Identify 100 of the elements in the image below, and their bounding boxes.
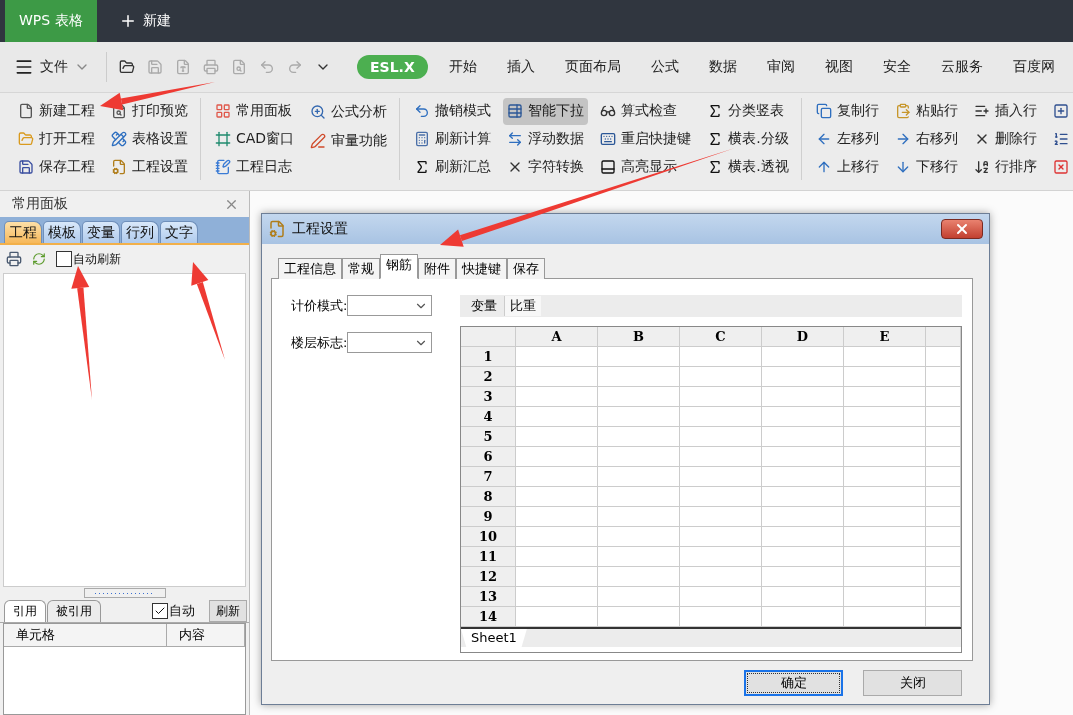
grid-cell[interactable] bbox=[598, 447, 680, 467]
grid-cell[interactable] bbox=[844, 507, 926, 527]
grid-cell[interactable] bbox=[926, 407, 961, 427]
grid-cell[interactable] bbox=[762, 367, 844, 387]
grid-cell[interactable] bbox=[680, 467, 762, 487]
grid-cell[interactable] bbox=[762, 527, 844, 547]
splitter-handle[interactable] bbox=[83, 588, 166, 598]
ribbon-button[interactable]: 粘贴行 bbox=[890, 98, 962, 125]
ribbon-button[interactable]: 智能下拉 bbox=[503, 98, 589, 125]
grid-cell[interactable] bbox=[516, 507, 598, 527]
ribbon-button[interactable]: 下移行 bbox=[890, 153, 962, 180]
ribbon-button[interactable]: 行排序 bbox=[969, 153, 1041, 180]
grid-cell[interactable] bbox=[762, 587, 844, 607]
grid-cell[interactable] bbox=[680, 567, 762, 587]
grid-cell[interactable] bbox=[680, 507, 762, 527]
refresh-icon[interactable] bbox=[32, 252, 46, 266]
dialog-tab[interactable]: 快捷键 bbox=[456, 258, 507, 279]
ribbon-button[interactable]: 撤销模式 bbox=[410, 98, 496, 125]
grid-cell[interactable] bbox=[926, 427, 961, 447]
ribbon-button[interactable]: 新建工程 bbox=[14, 98, 99, 125]
grid-cell[interactable] bbox=[516, 567, 598, 587]
ribbon-button[interactable]: 重启快捷键 bbox=[596, 125, 696, 153]
reference-tab[interactable]: 被引用 bbox=[47, 600, 101, 622]
grid-cell[interactable] bbox=[844, 387, 926, 407]
grid-cell[interactable] bbox=[926, 547, 961, 567]
file-menu[interactable]: 文件 bbox=[14, 57, 100, 77]
ribbon-button[interactable]: 打开工程 bbox=[14, 125, 99, 153]
grid-cell[interactable] bbox=[844, 587, 926, 607]
ribbon-tab[interactable]: 页面布局 bbox=[564, 54, 621, 80]
ribbon-button[interactable]: 右移列 bbox=[890, 125, 962, 153]
grid-cell[interactable] bbox=[926, 447, 961, 467]
ribbon-button[interactable]: 横表.透视 bbox=[703, 153, 793, 180]
grid-cell[interactable] bbox=[516, 467, 598, 487]
grid-cell[interactable] bbox=[598, 587, 680, 607]
ribbon-tab[interactable]: 数据 bbox=[708, 54, 737, 80]
ribbon-tab[interactable]: 审阅 bbox=[766, 54, 795, 80]
ribbon-button[interactable]: 算式检查 bbox=[596, 98, 696, 125]
sheet-section-tab[interactable]: 变量 bbox=[466, 296, 502, 316]
grid-cell[interactable] bbox=[926, 387, 961, 407]
ribbon-button[interactable]: 上移行 bbox=[811, 153, 883, 180]
grid-cell[interactable] bbox=[516, 527, 598, 547]
grid-cell[interactable] bbox=[926, 487, 961, 507]
grid-cell[interactable] bbox=[926, 367, 961, 387]
grid-cell[interactable] bbox=[680, 587, 762, 607]
ribbon-button[interactable]: 复制行 bbox=[811, 98, 883, 125]
ribbon-button[interactable]: 审量功能 bbox=[306, 127, 392, 155]
dialog-tab[interactable]: 钢筋 bbox=[380, 254, 418, 279]
dialog-tab[interactable]: 工程信息 bbox=[278, 258, 342, 279]
panel-tab[interactable]: 模板 bbox=[43, 221, 81, 243]
grid-cell[interactable] bbox=[516, 487, 598, 507]
grid-cell[interactable] bbox=[762, 427, 844, 447]
grid-cell[interactable] bbox=[680, 487, 762, 507]
ribbon-button[interactable]: 横表.分级 bbox=[703, 125, 793, 153]
ribbon-button[interactable]: 插入行 bbox=[969, 98, 1041, 125]
grid-cell[interactable] bbox=[680, 407, 762, 427]
ribbon-button[interactable]: 公式分析 bbox=[306, 98, 392, 126]
dialog-tab[interactable]: 附件 bbox=[418, 258, 456, 279]
panel-tab[interactable]: 文字 bbox=[160, 221, 198, 243]
ribbon-tab[interactable]: 百度网 bbox=[1012, 54, 1055, 80]
grid-cell[interactable] bbox=[926, 347, 961, 367]
grid-cell[interactable] bbox=[598, 567, 680, 587]
ribbon-button[interactable]: 删除行 bbox=[969, 125, 1041, 153]
ribbon-button[interactable]: 刷新汇总 bbox=[410, 153, 496, 180]
grid-cell[interactable] bbox=[680, 347, 762, 367]
ribbon-button[interactable]: 工程日志 bbox=[211, 153, 299, 180]
panel-tab[interactable]: 变量 bbox=[82, 221, 120, 243]
grid-cell[interactable] bbox=[762, 487, 844, 507]
grid-cell[interactable] bbox=[516, 407, 598, 427]
ribbon-button[interactable]: CAD窗口 bbox=[211, 125, 299, 153]
grid-cell[interactable] bbox=[926, 587, 961, 607]
grid-cell[interactable] bbox=[598, 527, 680, 547]
grid-cell[interactable] bbox=[680, 527, 762, 547]
grid-cell[interactable] bbox=[516, 447, 598, 467]
grid-cell[interactable] bbox=[926, 467, 961, 487]
grid-cell[interactable] bbox=[598, 507, 680, 527]
grid-cell[interactable] bbox=[680, 367, 762, 387]
grid-cell[interactable] bbox=[762, 547, 844, 567]
grid-cell[interactable] bbox=[844, 487, 926, 507]
grid-cell[interactable] bbox=[680, 427, 762, 447]
grid-cell[interactable] bbox=[762, 507, 844, 527]
grid-cell[interactable] bbox=[598, 487, 680, 507]
grid-cell[interactable] bbox=[516, 587, 598, 607]
grid-cell[interactable] bbox=[598, 547, 680, 567]
ribbon-button[interactable]: 保存工程 bbox=[14, 153, 99, 180]
grid-cell[interactable] bbox=[516, 367, 598, 387]
grid-cell[interactable] bbox=[844, 567, 926, 587]
grid-cell[interactable] bbox=[598, 427, 680, 447]
reference-tab[interactable]: 引用 bbox=[4, 600, 46, 622]
panel-tab[interactable]: 行列 bbox=[121, 221, 159, 243]
auto-checkbox[interactable]: 自动 bbox=[152, 602, 195, 620]
grid-cell[interactable] bbox=[516, 387, 598, 407]
grid-cell[interactable] bbox=[844, 367, 926, 387]
grid-cell[interactable] bbox=[762, 407, 844, 427]
printer-icon[interactable] bbox=[6, 251, 22, 267]
app-tab[interactable]: WPS 表格 bbox=[5, 0, 97, 42]
ribbon-button[interactable]: 常用面板 bbox=[211, 98, 299, 125]
dropdown-field[interactable] bbox=[347, 295, 433, 316]
ribbon-button[interactable]: 字符转换 bbox=[503, 153, 589, 180]
grid-cell[interactable] bbox=[598, 367, 680, 387]
ribbon-tab[interactable]: 云服务 bbox=[940, 54, 983, 80]
